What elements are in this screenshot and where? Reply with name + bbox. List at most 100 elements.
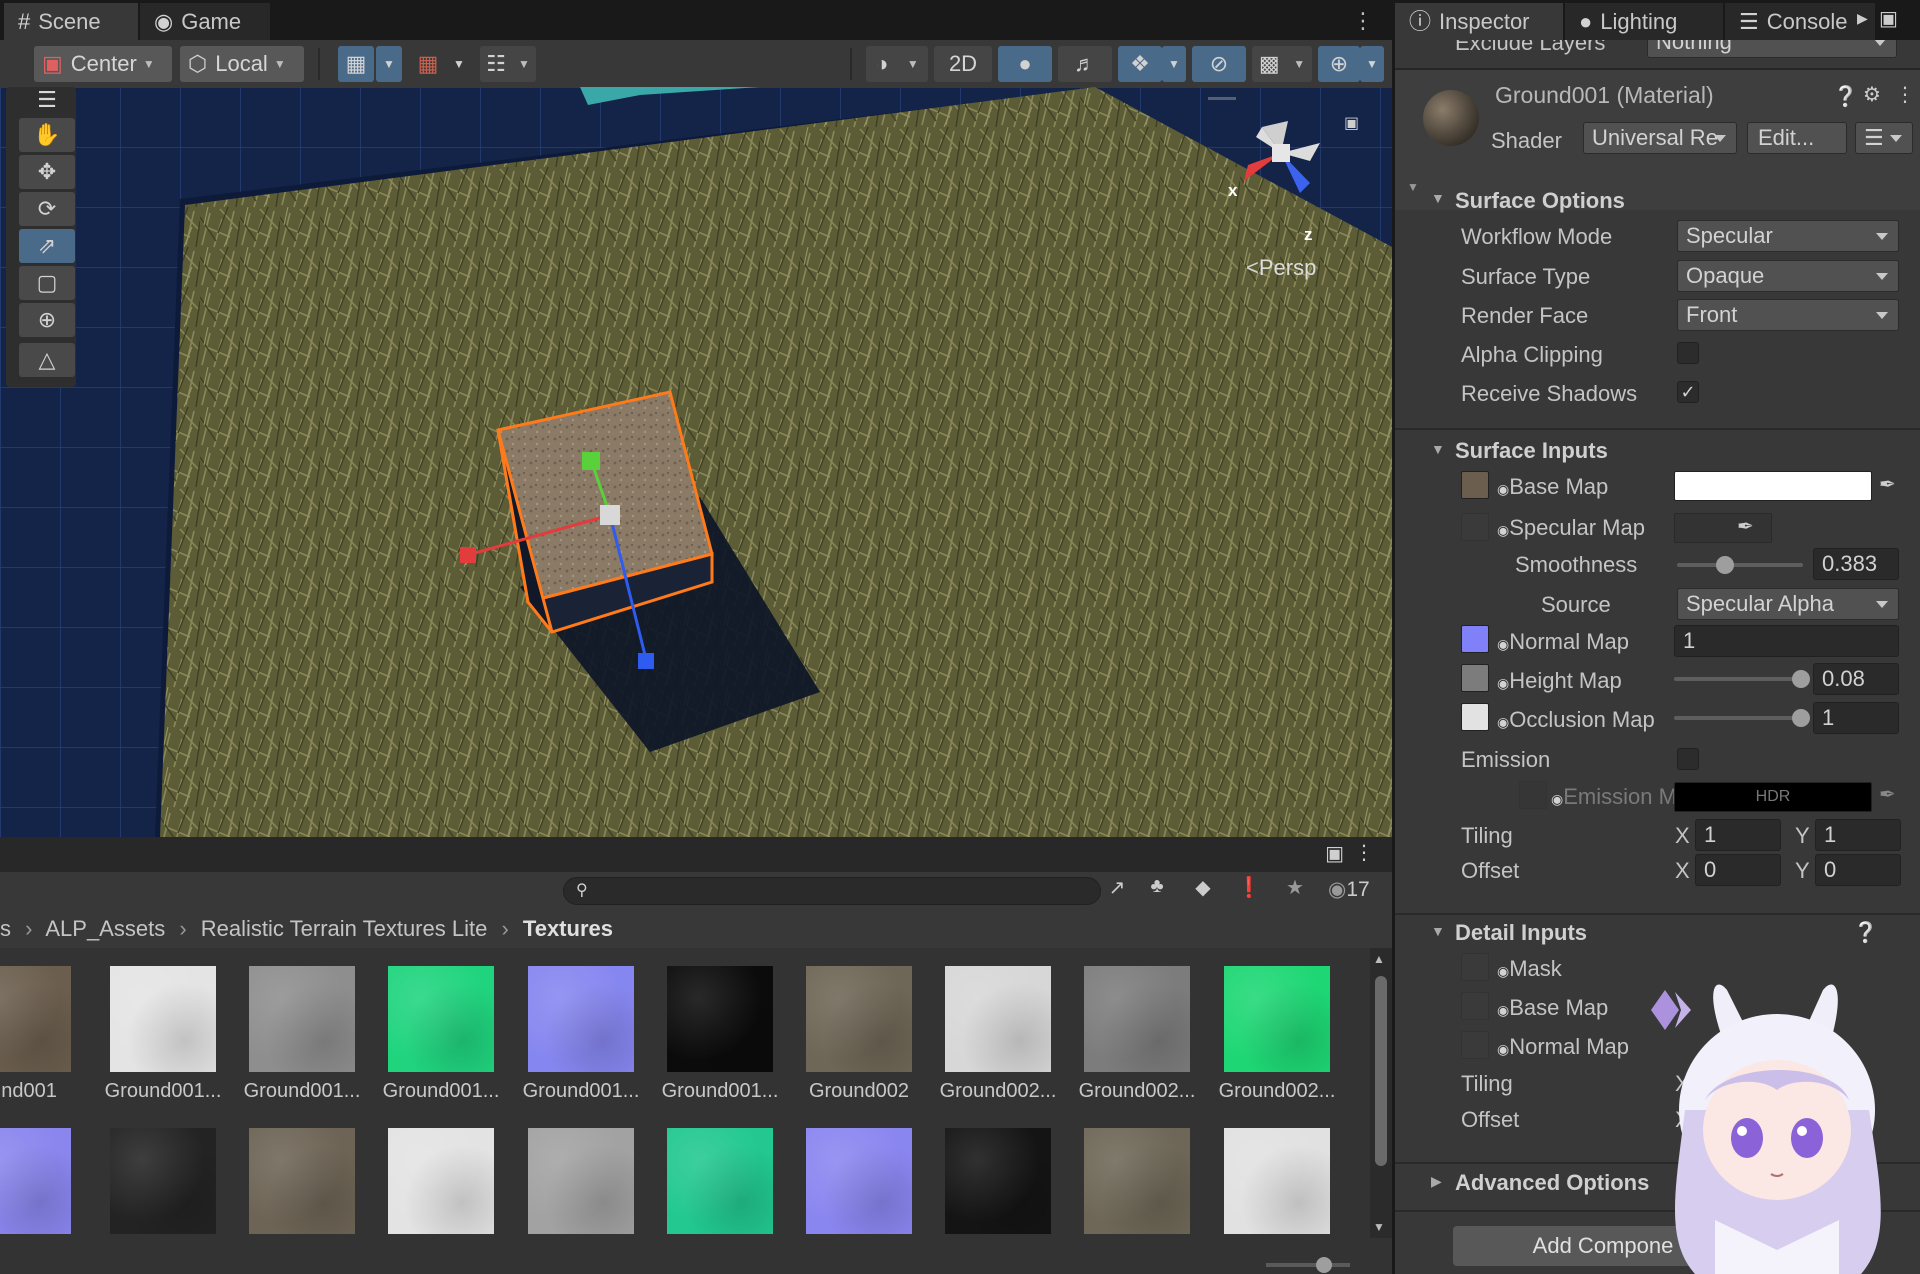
- shader-options-dropdown[interactable]: ☰: [1855, 122, 1913, 154]
- chevron-up-icon[interactable]: ▲: [1373, 952, 1385, 966]
- more-options-icon[interactable]: ⋮: [1352, 8, 1374, 34]
- help-icon[interactable]: ❔: [1833, 84, 1858, 109]
- texture-thumbnail[interactable]: [388, 966, 494, 1072]
- pivot-center-dropdown[interactable]: ▣ Center ▼: [34, 46, 172, 82]
- gizmos-dropdown[interactable]: ▼: [1360, 46, 1384, 82]
- occlusion-value-field[interactable]: 1: [1813, 702, 1899, 734]
- emission-color-field[interactable]: HDR: [1674, 782, 1872, 812]
- texture-thumbnail[interactable]: [667, 1128, 773, 1234]
- smoothness-value-field[interactable]: 0.383: [1813, 548, 1899, 580]
- normal-map-scale-field[interactable]: 1: [1674, 625, 1899, 657]
- search-input[interactable]: ⚲: [563, 877, 1101, 905]
- foldout-closed-icon[interactable]: ▶: [1431, 1173, 1442, 1190]
- scale-tool-button[interactable]: ⇗: [19, 229, 75, 263]
- warning-filter-icon[interactable]: ❗: [1234, 875, 1264, 907]
- texture-thumbnail[interactable]: [388, 1128, 494, 1234]
- filter-by-type-icon[interactable]: ♣: [1142, 875, 1172, 907]
- effects-dropdown[interactable]: ▼: [1162, 46, 1186, 82]
- foldout-open-icon[interactable]: ▼: [1431, 923, 1445, 939]
- effects-toggle-button[interactable]: ❖: [1118, 46, 1162, 82]
- receive-shadows-checkbox[interactable]: ✓: [1677, 381, 1699, 403]
- smoothness-slider[interactable]: [1677, 563, 1803, 567]
- preset-sliders-icon[interactable]: ⚙: [1863, 82, 1881, 107]
- surface-options-header[interactable]: Surface Options: [1455, 188, 1625, 214]
- tiling-y-field[interactable]: 1: [1815, 819, 1901, 851]
- height-map-slider-knob[interactable]: [1792, 670, 1810, 688]
- offset-x-field[interactable]: 0: [1695, 854, 1781, 886]
- more-options-icon[interactable]: ⋮: [1895, 82, 1915, 107]
- height-map-value-field[interactable]: 0.08: [1813, 663, 1899, 695]
- breadcrumb-item-current[interactable]: Textures: [523, 916, 613, 941]
- eyedropper-icon[interactable]: ✒: [1737, 514, 1754, 539]
- slider-knob[interactable]: [1316, 1257, 1332, 1273]
- texture-thumbnail[interactable]: [0, 966, 71, 1072]
- rotate-tool-button[interactable]: ⟳: [19, 192, 75, 226]
- texture-thumbnail[interactable]: [806, 1128, 912, 1234]
- texture-thumbnail[interactable]: [1084, 1128, 1190, 1234]
- emission-checkbox[interactable]: [1677, 748, 1699, 770]
- transform-tool-button[interactable]: ⊕: [19, 303, 75, 337]
- eyedropper-icon[interactable]: ✒: [1879, 782, 1896, 807]
- occlusion-slider[interactable]: [1674, 716, 1802, 720]
- drag-handle-icon[interactable]: ☰: [19, 87, 75, 112]
- favorite-star-icon[interactable]: ★: [1280, 875, 1310, 907]
- texture-thumbnail[interactable]: [110, 1128, 216, 1234]
- occlusion-slider-knob[interactable]: [1792, 709, 1810, 727]
- draw-mode-dropdown[interactable]: ◑ ▼: [866, 46, 928, 82]
- eyedropper-icon[interactable]: ✒: [1879, 472, 1896, 497]
- texture-thumbnail[interactable]: [110, 966, 216, 1072]
- occlusion-map-texture-slot[interactable]: [1461, 703, 1489, 731]
- custom-tool-button[interactable]: △: [19, 343, 75, 377]
- gizmos-button[interactable]: ⊕: [1318, 46, 1360, 82]
- breadcrumb-item[interactable]: ALP_Assets: [45, 916, 165, 941]
- smoothness-slider-knob[interactable]: [1716, 556, 1735, 574]
- chevron-down-icon[interactable]: ▼: [1373, 1220, 1385, 1234]
- visible-count[interactable]: ◉17: [1328, 877, 1370, 902]
- tab-inspector[interactable]: ⓘ Inspector: [1395, 3, 1563, 40]
- breadcrumb-item[interactable]: s: [0, 916, 11, 941]
- detail-mask-texture-slot[interactable]: [1461, 953, 1489, 981]
- surface-inputs-header[interactable]: Surface Inputs: [1455, 438, 1608, 464]
- 2d-toggle-button[interactable]: 2D: [934, 46, 992, 82]
- rect-tool-button[interactable]: ▢: [19, 266, 75, 300]
- space-local-dropdown[interactable]: ⬡ Local ▼: [180, 46, 304, 82]
- tab-game[interactable]: ◉ Game: [140, 3, 270, 40]
- workflow-mode-dropdown[interactable]: Specular: [1677, 220, 1899, 252]
- texture-thumbnail[interactable]: [249, 1128, 355, 1234]
- texture-thumbnail[interactable]: [945, 1128, 1051, 1234]
- offset-y-field[interactable]: 0: [1815, 854, 1901, 886]
- texture-thumbnail[interactable]: [528, 966, 634, 1072]
- advanced-options-header[interactable]: Advanced Options: [1455, 1170, 1649, 1196]
- audio-toggle-button[interactable]: ♬: [1058, 46, 1112, 82]
- texture-thumbnail[interactable]: [0, 1128, 71, 1234]
- detail-normal-map-texture-slot[interactable]: [1461, 1031, 1489, 1059]
- edit-shader-button[interactable]: Edit...: [1747, 122, 1847, 154]
- foldout-open-icon[interactable]: ▼: [1431, 190, 1445, 206]
- normal-map-texture-slot[interactable]: [1461, 625, 1489, 653]
- more-options-icon[interactable]: ⋮: [1354, 840, 1374, 865]
- thumbnail-size-slider[interactable]: [1266, 1257, 1350, 1273]
- foldout-arrow-icon[interactable]: ▼: [1407, 180, 1419, 194]
- base-map-color-field[interactable]: [1674, 471, 1872, 501]
- specular-color-field[interactable]: [1674, 513, 1772, 543]
- projection-toggle[interactable]: <Persp: [1246, 255, 1316, 281]
- render-face-dropdown[interactable]: Front: [1677, 299, 1899, 331]
- tab-scene[interactable]: # Scene: [4, 3, 138, 40]
- scene-viewport[interactable]: ☰ ✋ ✥ ⟳ ⇗ ▢ ⊕ △ x z <Persp ▣: [0, 87, 1392, 837]
- exclude-layers-dropdown[interactable]: Nothing: [1647, 40, 1897, 58]
- tab-console[interactable]: ☰ Console: [1725, 3, 1875, 40]
- breadcrumb-item[interactable]: Realistic Terrain Textures Lite: [201, 916, 488, 941]
- texture-thumbnail[interactable]: [1084, 966, 1190, 1072]
- grid-visibility-dropdown[interactable]: ☷ ▼: [480, 46, 536, 82]
- texture-thumbnail[interactable]: [528, 1128, 634, 1234]
- snap-increment-dropdown[interactable]: ▼: [448, 46, 470, 82]
- camera-settings-dropdown[interactable]: ▩ ▼: [1252, 46, 1312, 82]
- base-map-texture-slot[interactable]: [1461, 471, 1489, 499]
- texture-thumbnail[interactable]: [806, 966, 912, 1072]
- height-map-slider[interactable]: [1674, 677, 1802, 681]
- detail-inputs-header[interactable]: Detail Inputs: [1455, 920, 1587, 946]
- filter-by-label-icon[interactable]: ◆: [1188, 875, 1218, 907]
- scrollbar-thumb[interactable]: [1375, 976, 1387, 1166]
- grid-snap-dropdown[interactable]: ▼: [376, 46, 402, 82]
- texture-thumbnail[interactable]: [667, 966, 773, 1072]
